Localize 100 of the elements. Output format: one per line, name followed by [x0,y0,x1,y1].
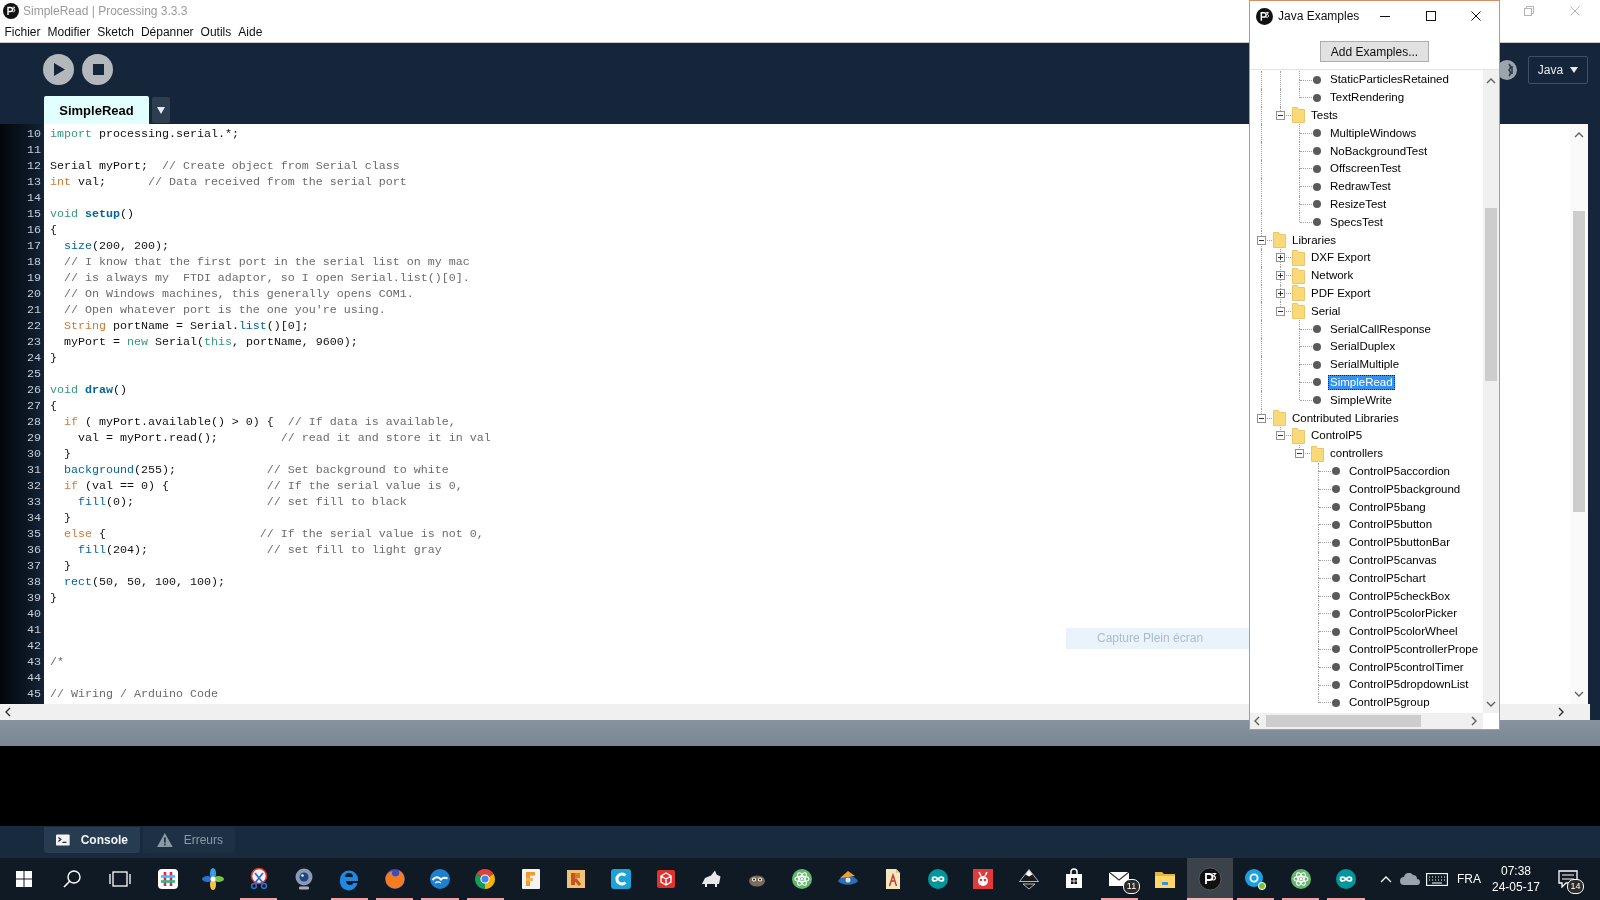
search-icon[interactable] [62,870,81,888]
menu-item[interactable]: Modifier [44,24,94,40]
chevron-right-icon[interactable] [1558,707,1564,717]
dot-icon [1332,538,1340,547]
globe-icon [382,867,407,891]
minus-box-icon[interactable] [1276,431,1285,441]
tree-item[interactable]: ControlP5dropdownList [1347,677,1471,693]
chevron-left-icon[interactable] [5,707,11,717]
taskbar-button[interactable]: 11 [1096,858,1143,900]
tree-item[interactable]: ControlP5checkBox [1347,588,1452,604]
tab-menu-button[interactable] [152,97,170,123]
code-line: } [64,558,71,574]
vertical-scrollbar[interactable] [1570,124,1588,704]
language-indicator[interactable]: FRA [1452,872,1486,886]
tree-item[interactable]: DXF Export [1309,250,1373,266]
tree-item[interactable]: ControlP5group [1347,695,1432,711]
tree-item[interactable]: Serial [1309,303,1343,319]
code-line: size(200, 200); [64,238,169,254]
tree-item[interactable]: MultipleWindows [1328,125,1419,141]
dot-icon [1332,592,1340,600]
tree-item[interactable]: controllers [1328,446,1386,462]
ring-disc-icon [1243,867,1268,891]
code-line: } [50,590,57,606]
chevron-right-icon[interactable] [1471,716,1477,726]
menu-item[interactable]: Sketch [93,24,138,40]
clock-time[interactable]: 07:38 [1501,863,1531,879]
scrollbar-thumb[interactable] [1485,208,1497,381]
round-logo-icon [1256,7,1273,25]
tree-item[interactable]: ControlP5bang [1347,499,1428,515]
tree-item[interactable]: StaticParticlesRetained [1328,72,1451,88]
maximize-icon[interactable] [1425,11,1436,21]
keyboard-icon[interactable] [1426,872,1448,886]
folder-icon [1291,303,1305,320]
tree-item[interactable]: SerialMultiple [1328,357,1402,373]
minus-box-icon[interactable] [1276,306,1285,316]
dot-icon [1313,182,1321,191]
tree-item[interactable]: Contributed Libraries [1290,410,1401,426]
tree-item[interactable]: ControlP5canvas [1347,552,1439,568]
run-button[interactable] [43,54,74,85]
scrollbar-thumb[interactable] [1266,715,1421,727]
tree-item[interactable]: ResizeTest [1328,196,1389,212]
tree-item[interactable]: Network [1309,268,1356,284]
minimize-icon[interactable] [1380,15,1391,17]
sketch-tab[interactable]: SimpleRead [44,96,149,124]
mode-selector[interactable]: Java [1528,55,1588,84]
tree-item[interactable]: ControlP5buttonBar [1347,535,1452,551]
cloud-icon[interactable] [1400,873,1420,885]
clock-date[interactable]: 24-05-17 [1491,879,1540,895]
tree-item[interactable]: Tests [1309,108,1340,123]
minus-box-icon[interactable] [1257,235,1266,245]
tree-item[interactable]: ControlP5controlTimer [1347,659,1466,675]
menu-item[interactable]: Outils [197,24,235,40]
tree-item[interactable]: Libraries [1290,232,1339,248]
minus-box-icon[interactable] [1295,449,1304,459]
vertical-scrollbar[interactable] [1483,70,1499,713]
chevron-up-icon[interactable] [1574,132,1584,138]
horizontal-scrollbar[interactable] [1250,713,1483,729]
plus-box-icon[interactable] [1276,289,1285,299]
dot-icon [1332,681,1340,689]
chevron-down-icon[interactable] [1486,701,1496,707]
minus-box-icon[interactable] [1257,413,1266,423]
tree-item[interactable]: ControlP5colorPicker [1347,606,1459,622]
tree-item[interactable]: ControlP5button [1347,517,1435,533]
tree-item[interactable]: ControlP5chart [1347,570,1428,586]
plus-box-icon[interactable] [1276,253,1285,263]
menu-item[interactable]: Aide [234,24,266,40]
start-icon[interactable] [16,871,32,887]
tree-item[interactable]: SimpleWrite [1328,392,1394,408]
tree-item[interactable]: ControlP5 [1309,428,1365,444]
tree-item[interactable]: TextRendering [1328,90,1407,106]
stop-button[interactable] [82,54,113,85]
scrollbar-thumb[interactable] [1573,211,1585,512]
tree-item[interactable]: NoBackgroundTest [1328,143,1430,159]
tree-item[interactable]: OffscreenTest [1328,161,1403,177]
console-tab[interactable]: Console [44,827,140,853]
plus-box-icon[interactable] [1276,271,1285,281]
tree-item[interactable]: SerialDuplex [1328,339,1398,355]
tree-item[interactable]: ControlP5colorWheel [1347,624,1460,640]
line-number: 25 [26,366,42,382]
line-number: 19 [26,270,42,286]
menu-item[interactable]: Fichier [1,24,44,40]
minus-box-icon[interactable] [1276,111,1285,121]
tree-item[interactable]: RedrawTest [1328,179,1393,195]
chevron-left-icon[interactable] [1254,716,1260,726]
add-examples-button[interactable]: Add Examples... [1320,41,1429,62]
console-tab[interactable]: Erreurs [143,827,235,853]
tree-item[interactable]: SerialCallResponse [1328,321,1433,337]
close-icon[interactable] [1471,11,1482,21]
taskbar-button[interactable] [1187,858,1233,900]
chevron-down-icon[interactable] [1574,691,1584,697]
tree-item[interactable]: ControlP5accordion [1347,463,1452,479]
notification-icon[interactable] [1558,870,1578,888]
line-number: 42 [26,638,42,654]
menu-item[interactable]: Dépanner [137,24,198,40]
task-view-icon[interactable] [109,871,132,887]
folder-icon [1291,249,1305,266]
tree-item[interactable]: PDF Export [1309,285,1373,301]
tree-item[interactable]: ControlP5controllerPrope [1347,641,1481,657]
tree-item[interactable]: ControlP5background [1347,481,1463,497]
tree-item[interactable]: SpecsTest [1328,214,1386,230]
